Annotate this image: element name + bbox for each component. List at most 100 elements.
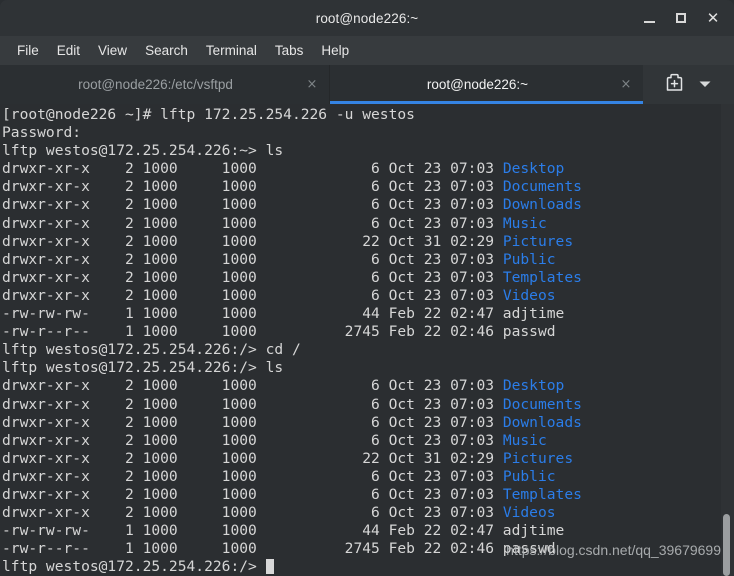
menu-item-file[interactable]: File bbox=[8, 40, 48, 61]
terminal-window: root@node226:~ ✕ File Edit View Search T… bbox=[0, 0, 734, 576]
terminal-line: lftp westos@172.25.254.226:/> ls bbox=[2, 359, 734, 377]
terminal-line: drwxr-xr-x 2 1000 1000 22 Oct 31 02:29 P… bbox=[2, 450, 734, 468]
minimize-icon bbox=[643, 20, 655, 23]
tab-vsftpd[interactable]: root@node226:/etc/vsftpd × bbox=[0, 65, 330, 104]
directory-name: Music bbox=[502, 214, 547, 232]
terminal-line: drwxr-xr-x 2 1000 1000 22 Oct 31 02:29 P… bbox=[2, 233, 734, 251]
terminal-line: drwxr-xr-x 2 1000 1000 6 Oct 23 07:03 Vi… bbox=[2, 287, 734, 305]
terminal-line: drwxr-xr-x 2 1000 1000 6 Oct 23 07:03 Do… bbox=[2, 414, 734, 432]
terminal-text: drwxr-xr-x 2 1000 1000 6 Oct 23 07:03 bbox=[2, 160, 503, 178]
directory-name: Downloads bbox=[502, 196, 582, 214]
terminal-text: -rw-r--r-- 1 1000 1000 2745 Feb 22 02:46… bbox=[2, 323, 556, 341]
scrollbar-thumb[interactable] bbox=[723, 514, 730, 576]
directory-name: Documents bbox=[502, 395, 582, 413]
terminal-text: drwxr-xr-x 2 1000 1000 6 Oct 23 07:03 bbox=[2, 395, 503, 413]
directory-name: Public bbox=[502, 467, 556, 485]
terminal-line: -rw-r--r-- 1 1000 1000 2745 Feb 22 02:46… bbox=[2, 323, 734, 341]
terminal-line: drwxr-xr-x 2 1000 1000 6 Oct 23 07:03 Do… bbox=[2, 196, 734, 214]
terminal-text: -rw-rw-rw- 1 1000 1000 44 Feb 22 02:47 a… bbox=[2, 522, 565, 540]
title-bar: root@node226:~ ✕ bbox=[0, 0, 734, 36]
terminal-text: drwxr-xr-x 2 1000 1000 6 Oct 23 07:03 bbox=[2, 250, 503, 268]
terminal-line: -rw-r--r-- 1 1000 1000 2745 Feb 22 02:46… bbox=[2, 540, 734, 558]
tab-label: root@node226:/etc/vsftpd bbox=[78, 77, 233, 92]
directory-name: Music bbox=[502, 431, 547, 449]
terminal-text: drwxr-xr-x 2 1000 1000 22 Oct 31 02:29 bbox=[2, 232, 503, 250]
menu-item-help[interactable]: Help bbox=[312, 40, 358, 61]
directory-name: Public bbox=[502, 250, 556, 268]
terminal-line: Password: bbox=[2, 124, 734, 142]
terminal-line: drwxr-xr-x 2 1000 1000 6 Oct 23 07:03 Mu… bbox=[2, 215, 734, 233]
terminal-line: drwxr-xr-x 2 1000 1000 6 Oct 23 07:03 Te… bbox=[2, 269, 734, 287]
directory-name: Pictures bbox=[502, 232, 574, 250]
menu-item-view[interactable]: View bbox=[89, 40, 136, 61]
terminal-text: drwxr-xr-x 2 1000 1000 6 Oct 23 07:03 bbox=[2, 504, 503, 522]
tab-bar-tools bbox=[643, 65, 734, 104]
terminal-line: lftp westos@172.25.254.226:/> cd / bbox=[2, 341, 734, 359]
terminal-line: drwxr-xr-x 2 1000 1000 6 Oct 23 07:03 De… bbox=[2, 160, 734, 178]
terminal-text: -rw-rw-rw- 1 1000 1000 44 Feb 22 02:47 a… bbox=[2, 305, 565, 323]
tab-close-icon[interactable]: × bbox=[303, 77, 321, 92]
menu-item-terminal[interactable]: Terminal bbox=[197, 40, 266, 61]
terminal-line: [root@node226 ~]# lftp 172.25.254.226 -u… bbox=[2, 106, 734, 124]
new-tab-icon[interactable] bbox=[665, 73, 684, 97]
terminal-text: drwxr-xr-x 2 1000 1000 6 Oct 23 07:03 bbox=[2, 485, 503, 503]
menu-item-search[interactable]: Search bbox=[136, 40, 197, 61]
terminal-cursor bbox=[265, 559, 275, 575]
terminal-line: -rw-rw-rw- 1 1000 1000 44 Feb 22 02:47 a… bbox=[2, 522, 734, 540]
terminal-body[interactable]: [root@node226 ~]# lftp 172.25.254.226 -u… bbox=[0, 104, 734, 576]
terminal-text: lftp westos@172.25.254.226:~> ls bbox=[2, 142, 284, 160]
close-icon: ✕ bbox=[706, 8, 720, 27]
directory-name: Documents bbox=[502, 178, 582, 196]
menu-bar: File Edit View Search Terminal Tabs Help bbox=[0, 36, 734, 65]
window-controls: ✕ bbox=[634, 0, 728, 36]
window-title: root@node226:~ bbox=[315, 10, 419, 26]
terminal-output: [root@node226 ~]# lftp 172.25.254.226 -u… bbox=[2, 106, 734, 576]
menu-item-edit[interactable]: Edit bbox=[48, 40, 89, 61]
terminal-text: drwxr-xr-x 2 1000 1000 6 Oct 23 07:03 bbox=[2, 467, 503, 485]
chevron-down-icon[interactable] bbox=[698, 76, 712, 94]
terminal-text: drwxr-xr-x 2 1000 1000 6 Oct 23 07:03 bbox=[2, 286, 503, 304]
tab-bar: root@node226:/etc/vsftpd × root@node226:… bbox=[0, 65, 734, 104]
terminal-line: drwxr-xr-x 2 1000 1000 6 Oct 23 07:03 Te… bbox=[2, 486, 734, 504]
menu-item-tabs[interactable]: Tabs bbox=[266, 40, 313, 61]
terminal-line: drwxr-xr-x 2 1000 1000 6 Oct 23 07:03 De… bbox=[2, 377, 734, 395]
directory-name: Templates bbox=[502, 485, 582, 503]
terminal-text: drwxr-xr-x 2 1000 1000 6 Oct 23 07:03 bbox=[2, 178, 503, 196]
directory-name: Pictures bbox=[502, 449, 574, 467]
tab-home[interactable]: root@node226:~ × bbox=[330, 65, 643, 104]
terminal-text: [root@node226 ~]# lftp 172.25.254.226 -u… bbox=[2, 106, 415, 123]
terminal-text: drwxr-xr-x 2 1000 1000 6 Oct 23 07:03 bbox=[2, 196, 503, 214]
terminal-line: drwxr-xr-x 2 1000 1000 6 Oct 23 07:03 Pu… bbox=[2, 251, 734, 269]
terminal-text: drwxr-xr-x 2 1000 1000 6 Oct 23 07:03 bbox=[2, 431, 503, 449]
directory-name: Desktop bbox=[502, 160, 565, 178]
terminal-text: drwxr-xr-x 2 1000 1000 6 Oct 23 07:03 bbox=[2, 413, 503, 431]
directory-name: Downloads bbox=[502, 413, 582, 431]
terminal-line: drwxr-xr-x 2 1000 1000 6 Oct 23 07:03 Do… bbox=[2, 396, 734, 414]
minimize-button[interactable] bbox=[634, 4, 664, 32]
terminal-scrollbar[interactable] bbox=[721, 104, 734, 576]
terminal-line: drwxr-xr-x 2 1000 1000 6 Oct 23 07:03 Vi… bbox=[2, 504, 734, 522]
directory-name: Templates bbox=[502, 268, 582, 286]
tab-close-icon[interactable]: × bbox=[617, 77, 635, 92]
terminal-text: drwxr-xr-x 2 1000 1000 6 Oct 23 07:03 bbox=[2, 377, 503, 395]
terminal-text: lftp westos@172.25.254.226:/> ls bbox=[2, 359, 284, 377]
maximize-icon bbox=[676, 13, 686, 23]
terminal-line: drwxr-xr-x 2 1000 1000 6 Oct 23 07:03 Do… bbox=[2, 178, 734, 196]
directory-name: Videos bbox=[502, 504, 556, 522]
directory-name: Videos bbox=[502, 286, 556, 304]
close-button[interactable]: ✕ bbox=[698, 4, 728, 32]
terminal-line: lftp westos@172.25.254.226:/> bbox=[2, 558, 734, 576]
terminal-text: drwxr-xr-x 2 1000 1000 22 Oct 31 02:29 bbox=[2, 449, 503, 467]
terminal-text: Password: bbox=[2, 124, 82, 142]
directory-name: Desktop bbox=[502, 377, 565, 395]
terminal-text: -rw-r--r-- 1 1000 1000 2745 Feb 22 02:46… bbox=[2, 540, 556, 558]
terminal-text: lftp westos@172.25.254.226:/> cd / bbox=[2, 341, 301, 359]
terminal-text: drwxr-xr-x 2 1000 1000 6 Oct 23 07:03 bbox=[2, 214, 503, 232]
terminal-line: drwxr-xr-x 2 1000 1000 6 Oct 23 07:03 Pu… bbox=[2, 468, 734, 486]
terminal-line: lftp westos@172.25.254.226:~> ls bbox=[2, 142, 734, 160]
terminal-line: -rw-rw-rw- 1 1000 1000 44 Feb 22 02:47 a… bbox=[2, 305, 734, 323]
maximize-button[interactable] bbox=[666, 4, 696, 32]
terminal-line: drwxr-xr-x 2 1000 1000 6 Oct 23 07:03 Mu… bbox=[2, 432, 734, 450]
tab-label: root@node226:~ bbox=[426, 77, 529, 92]
terminal-text: drwxr-xr-x 2 1000 1000 6 Oct 23 07:03 bbox=[2, 268, 503, 286]
